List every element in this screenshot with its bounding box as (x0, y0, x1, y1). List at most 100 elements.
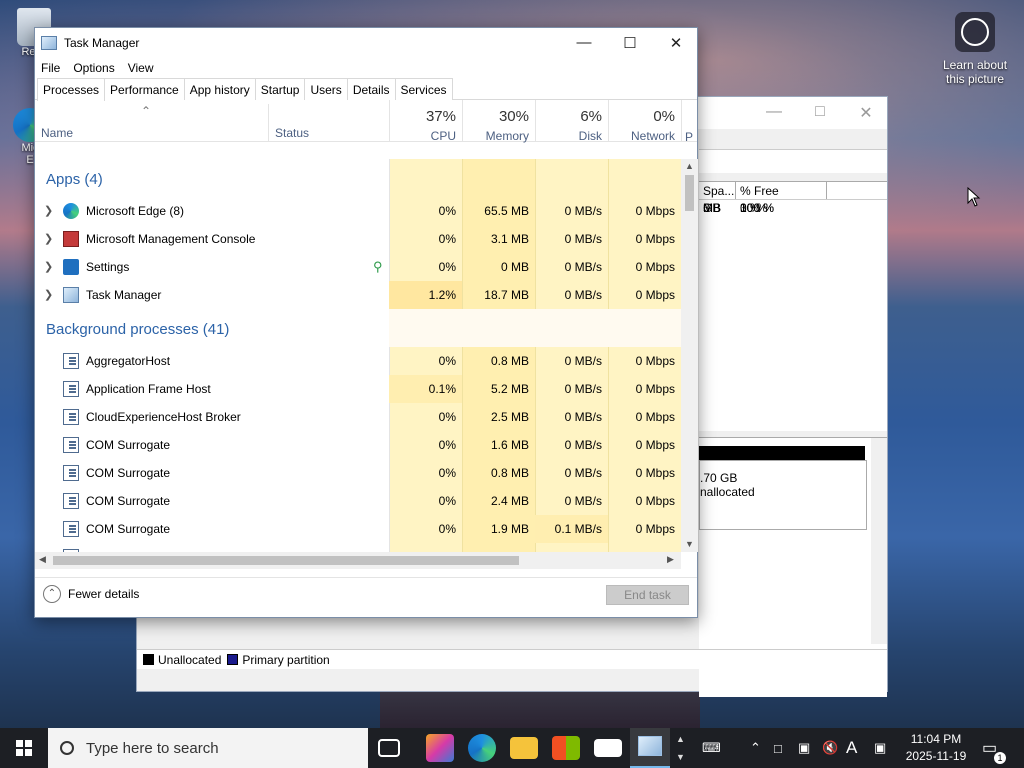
mmc-icon (63, 231, 79, 247)
tab-performance[interactable]: Performance (104, 78, 185, 100)
network-cell: 0 Mbps (635, 260, 675, 274)
expand-icon[interactable]: ❯ (44, 288, 53, 301)
column-header-power[interactable]: P (681, 100, 698, 144)
column-header-disk[interactable]: 6% Disk (535, 100, 608, 143)
memory-total: 30% (498, 108, 529, 125)
process-name: COM Surrogate (86, 466, 171, 480)
tab-users[interactable]: Users (304, 78, 348, 100)
cell: 3 (703, 201, 710, 215)
taskbar-scroll-icon[interactable]: ▲ ▼ (676, 730, 688, 766)
process-name: COM Surrogate (86, 522, 171, 536)
close-icon[interactable]: ✕ (843, 103, 889, 123)
scroll-down-icon[interactable]: ▼ (685, 539, 694, 549)
process-row[interactable]: ❯ Settings ⚲ 0% 0 MB 0 MB/s 0 Mbps (35, 253, 681, 281)
scroll-up-icon[interactable]: ▲ (685, 161, 694, 171)
ime-icon[interactable]: A (846, 728, 857, 768)
task-manager-titlebar[interactable]: Task Manager — ☐ ✕ (35, 28, 697, 57)
tab-app-history[interactable]: App history (183, 78, 256, 100)
scroll-thumb[interactable] (685, 175, 694, 211)
column-header-status[interactable]: Status (275, 126, 309, 140)
column-header-free[interactable]: % Free (736, 182, 827, 199)
volume-muted-icon[interactable]: 🔇 (822, 728, 838, 768)
taskbar-search-box[interactable]: Type here to search (48, 728, 368, 768)
show-hidden-icons-chevron-icon[interactable]: ⌃ (750, 728, 761, 768)
task-manager-icon (63, 287, 79, 303)
scroll-right-icon[interactable]: ▶ (667, 554, 674, 565)
column-header-memory[interactable]: 30% Memory (462, 100, 535, 143)
process-row[interactable]: AggregatorHost 0% 0.8 MB 0 MB/s 0 Mbps (35, 347, 681, 375)
minimize-icon[interactable]: — (751, 103, 797, 121)
unallocated-partition[interactable]: .70 GB nallocated (699, 460, 867, 530)
menu-view[interactable]: View (128, 61, 154, 75)
menu-options[interactable]: Options (73, 61, 114, 75)
tab-startup[interactable]: Startup (254, 78, 306, 100)
process-row-partial[interactable] (35, 543, 681, 552)
column-header-space[interactable]: Spa... (699, 182, 736, 199)
process-row[interactable]: ❯ Microsoft Management Console 0% 3.1 MB… (35, 225, 681, 253)
task-manager-taskbar-button[interactable] (630, 728, 670, 768)
memory-label: Memory (485, 129, 529, 143)
edge-taskbar-icon[interactable] (468, 734, 496, 762)
cpu-cell: 0% (438, 204, 456, 218)
copilot-icon[interactable] (426, 734, 454, 762)
memory-cell: 0.8 MB (490, 466, 529, 480)
fewer-details-button[interactable]: ⌃ Fewer details (43, 585, 139, 603)
minimize-button[interactable]: — (561, 28, 607, 57)
process-window-icon (63, 409, 79, 425)
keyboard-icon[interactable]: ⌨ (702, 728, 728, 768)
process-row[interactable]: COM Surrogate 0% 2.4 MB 0 MB/s 0 Mbps (35, 487, 681, 515)
close-button[interactable]: ✕ (653, 28, 699, 57)
expand-icon[interactable]: ❯ (44, 204, 53, 217)
horizontal-scrollbar[interactable]: ◀ ▶ (35, 552, 681, 569)
scroll-left-icon[interactable]: ◀ (39, 554, 46, 565)
memory-cell: 65.5 MB (484, 204, 529, 218)
column-header-cpu[interactable]: 37% CPU (389, 100, 462, 143)
vertical-scrollbar[interactable]: ▲ ▼ (681, 159, 698, 552)
group-header-background[interactable]: Background processes (41) (46, 321, 229, 338)
unallocated-swatch (143, 654, 154, 665)
process-name: COM Surrogate (86, 494, 171, 508)
input-method-icon[interactable]: ▣ (874, 728, 886, 768)
menu-file[interactable]: File (41, 61, 60, 75)
network-cell: 0 Mbps (635, 354, 675, 368)
maximize-button[interactable]: ☐ (607, 28, 653, 57)
cpu-cell: 0% (438, 260, 456, 274)
table-row[interactable]: 3 0 % (699, 200, 1024, 217)
process-row[interactable]: ❯ Microsoft Edge (8) 0% 65.5 MB 0 MB/s 0… (35, 197, 681, 225)
disk-cell: 0 MB/s (564, 410, 602, 424)
tab-details[interactable]: Details (346, 78, 396, 100)
clock-time: 11:04 PM (910, 732, 962, 746)
process-row[interactable]: COM Surrogate 0% 0.8 MB 0 MB/s 0 Mbps (35, 459, 681, 487)
learn-about-picture[interactable]: Learn about this picture (940, 12, 1010, 86)
process-row[interactable]: COM Surrogate 0% 1.9 MB 0.1 MB/s 0 Mbps (35, 515, 681, 543)
memory-cell: 0.8 MB (490, 354, 529, 368)
process-row[interactable]: COM Surrogate 0% 1.6 MB 0 MB/s 0 Mbps (35, 431, 681, 459)
process-window-icon (63, 437, 79, 453)
horizontal-scroll-thumb[interactable] (53, 556, 519, 565)
memory-cell: 18.7 MB (484, 288, 529, 302)
task-manager-window[interactable]: Task Manager — ☐ ✕ File Options View Pro… (34, 27, 698, 618)
expand-icon[interactable]: ❯ (44, 232, 53, 245)
network-icon[interactable]: □ (774, 728, 782, 768)
end-task-button[interactable]: End task (606, 585, 689, 605)
mail-icon[interactable] (594, 739, 622, 757)
column-divider (268, 104, 269, 142)
process-row[interactable]: ❯ Task Manager 1.2% 18.7 MB 0 MB/s 0 Mbp… (35, 281, 681, 309)
store-icon[interactable] (552, 736, 580, 760)
taskbar-clock[interactable]: 11:04 PM 2025-11-19 (898, 731, 974, 765)
process-row[interactable]: Application Frame Host 0.1% 5.2 MB 0 MB/… (35, 375, 681, 403)
task-view-icon[interactable] (378, 739, 400, 757)
column-header-name[interactable]: Name (41, 126, 73, 140)
file-explorer-icon[interactable] (510, 737, 538, 759)
tab-services[interactable]: Services (394, 78, 453, 100)
maximize-icon[interactable]: □ (797, 103, 843, 121)
group-header-apps[interactable]: Apps (4) (46, 171, 103, 188)
task-manager-icon (41, 35, 57, 50)
expand-icon[interactable]: ❯ (44, 260, 53, 273)
column-header-network[interactable]: 0% Network (608, 100, 681, 143)
start-button[interactable] (0, 728, 48, 768)
tab-processes[interactable]: Processes (37, 78, 106, 101)
process-row[interactable]: CloudExperienceHost Broker 0% 2.5 MB 0 M… (35, 403, 681, 431)
monitor-icon[interactable]: ▣ (798, 728, 810, 768)
vertical-scrollbar[interactable] (871, 438, 887, 644)
